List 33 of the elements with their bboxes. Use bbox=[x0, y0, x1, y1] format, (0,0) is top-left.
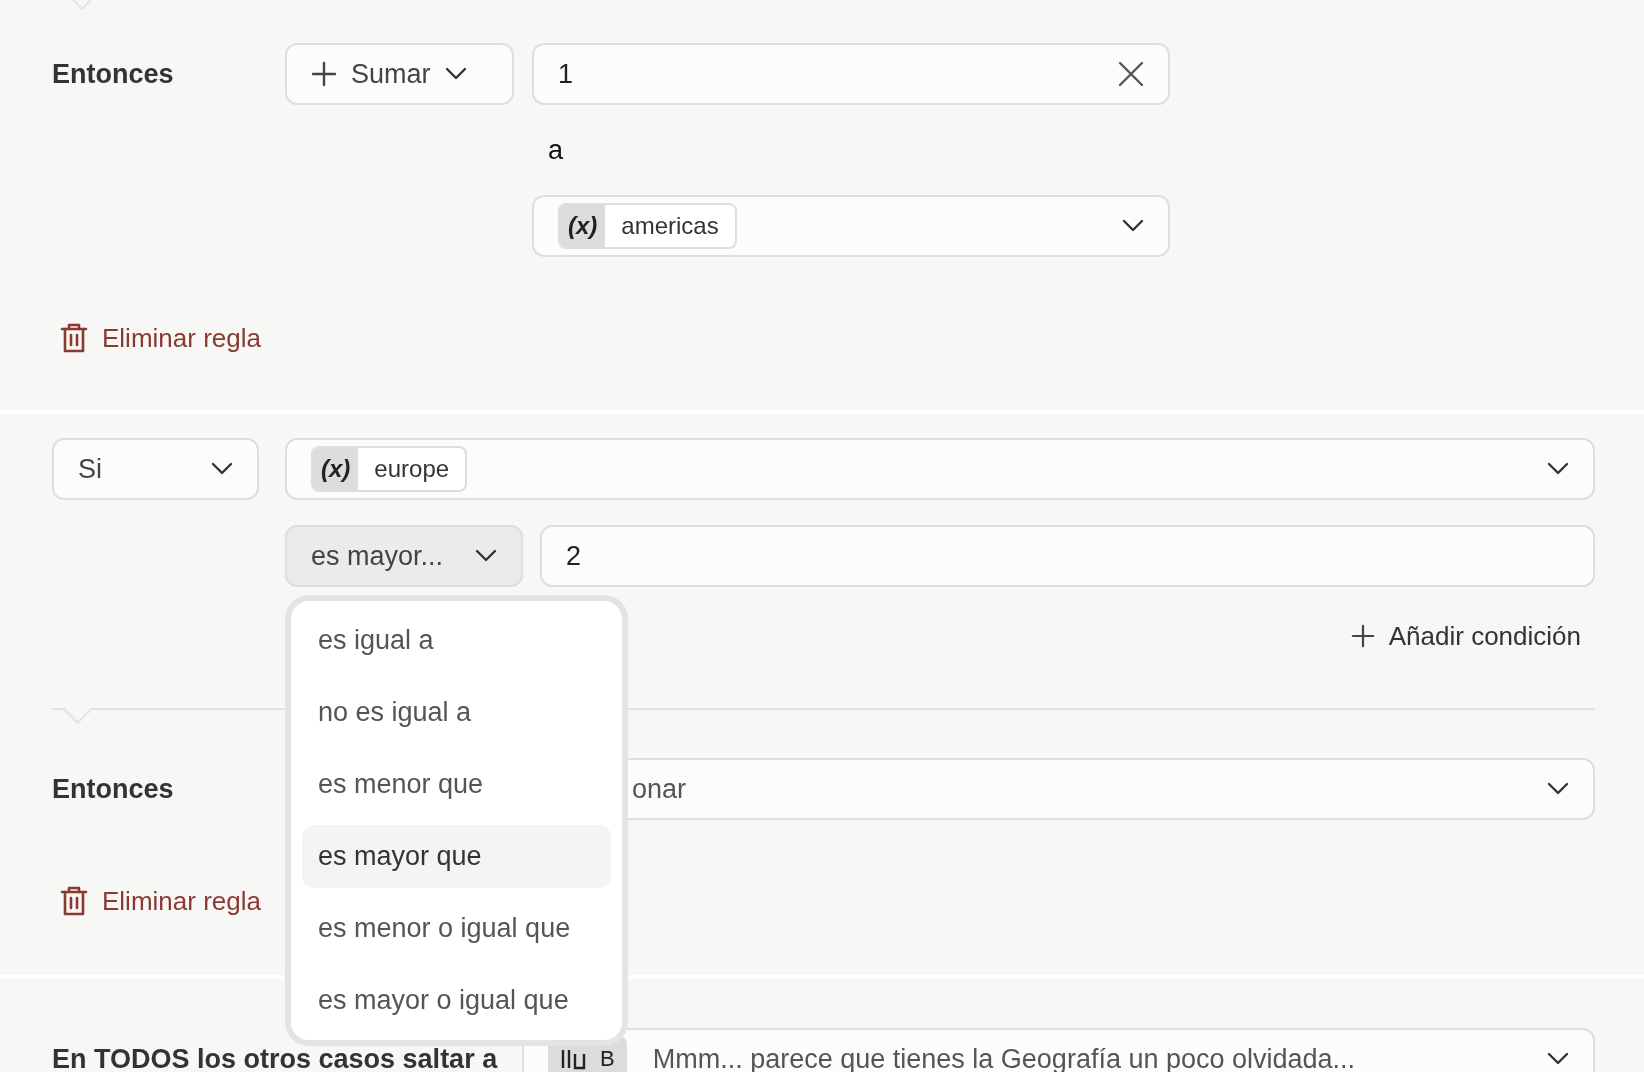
menu-item[interactable]: es menor o igual que bbox=[302, 897, 611, 960]
then-label: Entonces bbox=[52, 773, 175, 805]
value-field[interactable]: 1 bbox=[532, 43, 1170, 105]
chevron-down-icon bbox=[1122, 219, 1144, 233]
value-field[interactable]: 2 bbox=[540, 525, 1595, 587]
chevron-down-icon bbox=[1547, 782, 1569, 796]
condition-select[interactable]: Si bbox=[52, 438, 259, 500]
columns-icon bbox=[560, 1048, 586, 1070]
action-select[interactable]: Sumar bbox=[285, 43, 514, 105]
delete-rule-link[interactable]: Eliminar regla bbox=[60, 885, 261, 917]
variable-select[interactable]: (x) americas bbox=[532, 195, 1170, 257]
operator-select[interactable]: es mayor... bbox=[285, 525, 523, 587]
menu-item[interactable]: es igual a bbox=[302, 609, 611, 672]
menu-item[interactable]: no es igual a bbox=[302, 681, 611, 744]
chevron-down-icon bbox=[1547, 462, 1569, 476]
trash-icon bbox=[60, 322, 88, 354]
close-icon[interactable] bbox=[1118, 61, 1144, 87]
chevron-down-icon bbox=[211, 462, 233, 476]
variable-chip: (x) europe bbox=[311, 446, 468, 492]
chevron-down-icon bbox=[475, 549, 497, 563]
plus-icon bbox=[1350, 624, 1375, 648]
plus-icon bbox=[311, 61, 337, 87]
variable-select[interactable]: (x) europe bbox=[285, 438, 1595, 500]
menu-item[interactable]: es mayor que bbox=[302, 825, 611, 888]
chevron-down-icon bbox=[444, 67, 467, 81]
trash-icon bbox=[60, 885, 88, 917]
fallback-label: En TODOS los otros casos saltar a bbox=[52, 1043, 499, 1072]
then-label: Entonces bbox=[52, 58, 175, 90]
add-condition-button[interactable]: Añadir condición bbox=[1350, 616, 1581, 656]
variable-chip: (x) americas bbox=[558, 203, 737, 249]
connector-label: a bbox=[548, 135, 564, 165]
chevron-down-icon bbox=[1547, 1052, 1569, 1066]
delete-rule-link[interactable]: Eliminar regla bbox=[60, 322, 261, 354]
